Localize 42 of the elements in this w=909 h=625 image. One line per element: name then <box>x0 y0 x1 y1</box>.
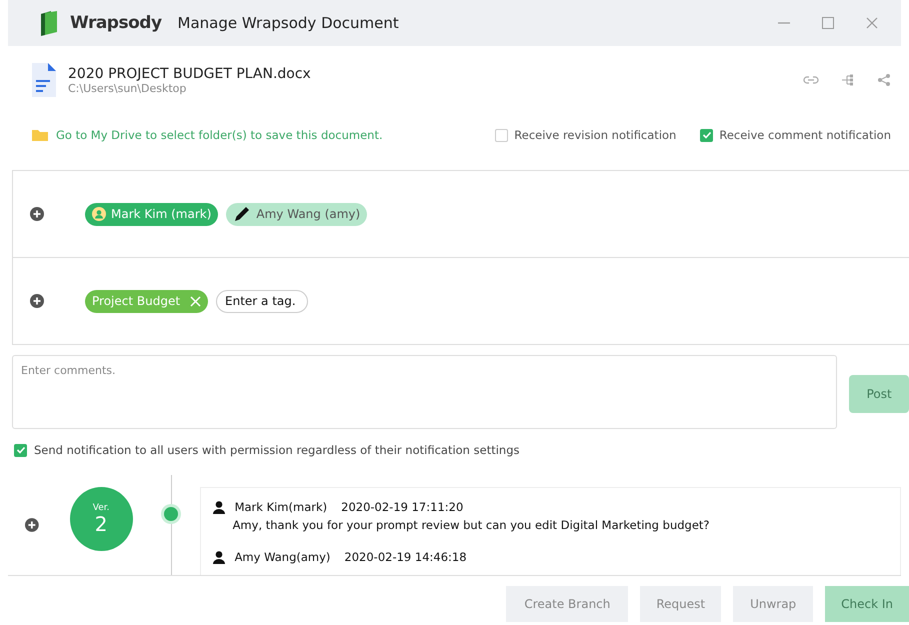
action-button[interactable]: Unwrap <box>733 586 814 622</box>
user-chip[interactable]: Amy Wang (amy) <box>226 202 368 226</box>
share-icon[interactable] <box>877 73 891 87</box>
document-path: C:\Users\sun\Desktop <box>68 82 188 94</box>
timeline-dot-icon <box>160 503 182 525</box>
hierarchy-icon[interactable] <box>841 73 855 87</box>
comment-text: Amy, thank you for your prompt review but can you edit Digital Marketing budget? <box>232 518 711 532</box>
comment-field[interactable]: Enter comments. <box>12 355 838 429</box>
app-name: Wrapsody <box>70 13 162 33</box>
add-icon[interactable] <box>24 517 40 533</box>
comment-author: Mark Kim(mark) <box>234 500 328 514</box>
user-chip[interactable]: Mark Kim (mark) <box>85 202 218 226</box>
tag-input[interactable]: Enter a tag. <box>216 290 308 312</box>
checkbox[interactable] <box>700 128 714 142</box>
remove-icon[interactable] <box>190 296 202 306</box>
user-icon <box>212 500 225 514</box>
checkbox-label: Receive comment notification <box>719 128 891 142</box>
maximize-icon[interactable] <box>821 16 835 30</box>
comment-time: 2020-02-19 14:46:18 <box>344 550 467 564</box>
folder-icon <box>32 129 48 141</box>
add-icon[interactable] <box>29 206 45 222</box>
action-button[interactable]: Create Branch <box>506 586 628 622</box>
comment-author: Amy Wang(amy) <box>234 550 330 564</box>
user-icon <box>212 550 225 564</box>
pencil-icon <box>233 205 252 223</box>
tag-chip: Project Budget <box>85 290 208 312</box>
close-icon[interactable] <box>865 16 879 30</box>
document-icon <box>32 63 56 97</box>
drive-link[interactable]: Go to My Drive to select folder(s) to save this document. <box>56 128 383 142</box>
user-icon <box>92 207 106 221</box>
document-name: 2020 PROJECT BUDGET PLAN.docx <box>68 66 311 82</box>
window-title: Manage Wrapsody Document <box>178 14 399 32</box>
checkbox[interactable] <box>495 128 508 142</box>
version-badge: Ver. 2 <box>70 487 133 551</box>
checkbox-label: Send notification to all users with permission regardless of their notification settings <box>34 443 520 457</box>
book-logo-icon <box>38 10 60 36</box>
link-icon[interactable] <box>803 74 819 86</box>
checkbox[interactable] <box>14 444 27 456</box>
add-icon[interactable] <box>29 293 45 309</box>
checkbox-label: Receive revision notification <box>514 128 676 142</box>
comment-time: 2020-02-19 17:11:20 <box>341 500 464 514</box>
action-button[interactable]: Request <box>640 586 722 622</box>
